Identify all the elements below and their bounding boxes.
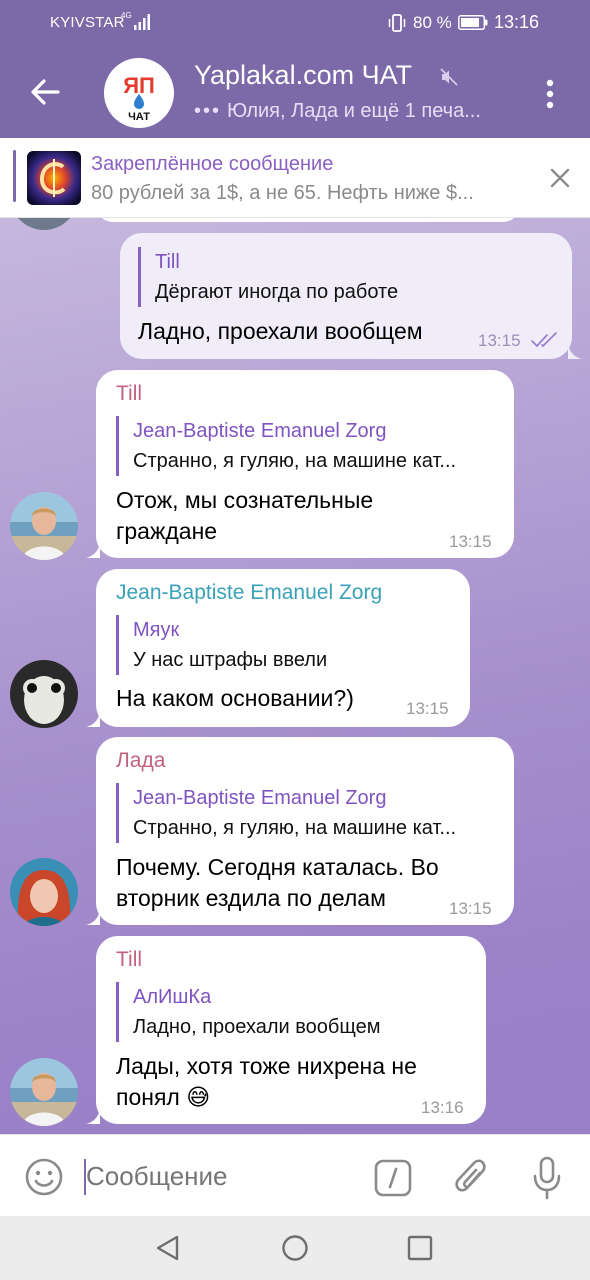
message-line: Лады, хотя тоже нихрена не	[116, 1053, 417, 1079]
sender-name[interactable]: Till	[116, 382, 142, 406]
reply-quote[interactable]: Мяук У нас штрафы ввели	[116, 615, 433, 675]
bubble-tail	[86, 907, 100, 925]
speaker-muted-icon	[440, 68, 458, 86]
chat-header: ЯП ЧАТ Yaplakal.com ЧАТ ••• Юлия, Лада и …	[0, 46, 590, 138]
battery-percent: 80 %	[413, 13, 452, 32]
message-line: Почему. Сегодня каталась. Во	[116, 854, 439, 880]
sender-name[interactable]: Jean-Baptiste Emanuel Zorg	[116, 581, 382, 605]
bubble-tail	[86, 1106, 100, 1124]
battery-icon	[458, 15, 488, 30]
avatar-zorg[interactable]	[10, 660, 78, 728]
message-text: Почему. Сегодня каталась. Во вторник езд…	[116, 852, 439, 914]
reply-quote[interactable]: Jean-Baptiste Emanuel Zorg Странно, я гу…	[116, 416, 503, 476]
pinned-message[interactable]: Закреплённое сообщение 80 рублей за 1$, …	[0, 138, 590, 218]
reply-quote[interactable]: Till Дёргают иногда по работе	[138, 247, 455, 307]
reply-text: Странно, я гуляю, на машине кат...	[133, 817, 457, 839]
chat-subtitle: ••• Юлия, Лада и ещё 1 печа...	[194, 100, 524, 123]
message-bubble-incoming[interactable]: Лада Jean-Baptiste Emanuel Zorg Странно,…	[96, 737, 514, 925]
pinned-thumbnail	[27, 151, 81, 205]
message-time: 13:15	[406, 699, 449, 718]
message-time: 13:16	[421, 1098, 464, 1117]
message-text: На каком основании?)	[116, 685, 354, 711]
vertical-dots-icon[interactable]	[538, 76, 562, 112]
close-icon[interactable]	[548, 166, 572, 190]
chat-title[interactable]: Yaplakal.com ЧАТ	[194, 60, 412, 91]
message-list[interactable]: Till Дёргают иногда по работе Ладно, про…	[0, 218, 590, 1134]
chat-avatar[interactable]: ЯП ЧАТ	[104, 58, 174, 128]
smiley-icon[interactable]	[24, 1157, 64, 1197]
message-input[interactable]	[86, 1161, 346, 1192]
message-line: понял 😅	[116, 1084, 211, 1110]
carrier-name: KYIVSTAR	[50, 14, 125, 31]
message-text: Ладно, проехали вообщем	[138, 318, 423, 344]
reply-text: Дёргают иногда по работе	[155, 281, 399, 303]
nav-recents-icon[interactable]	[406, 1234, 434, 1262]
message-bubble-incoming[interactable]: Jean-Baptiste Emanuel Zorg Мяук У нас шт…	[96, 569, 470, 727]
status-bar: KYIVSTAR 4G 80 % 13:16	[0, 0, 590, 46]
reply-text: Странно, я гуляю, на машине кат...	[133, 450, 457, 472]
chat-logo: ЯП ЧАТ	[117, 71, 161, 123]
avatar-till[interactable]	[10, 492, 78, 560]
bubble-tail	[86, 540, 100, 558]
network-type: 4G	[121, 11, 132, 20]
reply-author: Jean-Baptiste Emanuel Zorg	[133, 787, 387, 809]
message-text: Отож, мы сознательные граждане	[116, 485, 373, 547]
bubble-tail	[568, 341, 582, 359]
sender-name[interactable]: Till	[116, 948, 142, 972]
message-bubble-incoming[interactable]: Till АлИшКа Ладно, проехали вообщем Лады…	[96, 936, 486, 1124]
message-text: Лады, хотя тоже нихрена не понял 😅	[116, 1051, 417, 1113]
typing-status: Юлия, Лада и ещё 1 печа...	[227, 100, 481, 122]
nav-back-icon[interactable]	[154, 1234, 182, 1262]
reply-quote[interactable]: Jean-Baptiste Emanuel Zorg Странно, я гу…	[116, 783, 503, 843]
vibrate-icon	[388, 14, 406, 32]
message-line: Отож, мы сознательные	[116, 487, 374, 513]
reply-author: АлИшКа	[133, 986, 212, 1008]
signal-icon	[134, 14, 150, 30]
sender-name[interactable]: Лада	[116, 749, 165, 773]
bubble-tail	[86, 709, 100, 727]
paperclip-icon[interactable]	[452, 1157, 490, 1199]
system-nav-bar	[0, 1216, 590, 1280]
avatar-till[interactable]	[10, 1058, 78, 1126]
typing-dots-icon: •••	[194, 100, 222, 122]
reply-text: Ладно, проехали вообщем	[133, 1016, 381, 1038]
reply-quote[interactable]: АлИшКа Ладно, проехали вообщем	[116, 982, 463, 1042]
avatar-lada[interactable]	[10, 858, 78, 926]
reply-author: Мяук	[133, 619, 180, 641]
message-bubble-outgoing[interactable]: Till Дёргают иногда по работе Ладно, про…	[120, 233, 572, 359]
double-check-icon	[531, 332, 557, 348]
nav-home-icon[interactable]	[281, 1234, 309, 1262]
microphone-icon[interactable]	[530, 1155, 564, 1201]
message-bubble-partial[interactable]	[96, 218, 520, 222]
message-time: 13:15	[478, 331, 521, 350]
message-time: 13:15	[449, 532, 492, 551]
back-arrow-icon[interactable]	[24, 72, 64, 112]
message-line: вторник ездила по делам	[116, 885, 386, 911]
pinned-text: 80 рублей за 1$, а не 65. Нефть ниже $..…	[91, 182, 474, 204]
slash-command-icon[interactable]	[374, 1159, 412, 1197]
pinned-title: Закреплённое сообщение	[91, 153, 334, 175]
avatar-text-bottom: ЧАТ	[128, 111, 150, 123]
status-clock: 13:16	[494, 12, 540, 32]
avatar-partial[interactable]	[10, 218, 78, 230]
reply-text: У нас штрафы ввели	[133, 649, 328, 671]
message-composer	[0, 1134, 590, 1216]
reply-author: Jean-Baptiste Emanuel Zorg	[133, 420, 387, 442]
reply-author: Till	[155, 251, 180, 273]
message-time: 13:15	[449, 899, 492, 918]
pinned-bar	[13, 150, 16, 202]
message-line: граждане	[116, 518, 218, 544]
message-bubble-incoming[interactable]: Till Jean-Baptiste Emanuel Zorg Странно,…	[96, 370, 514, 558]
